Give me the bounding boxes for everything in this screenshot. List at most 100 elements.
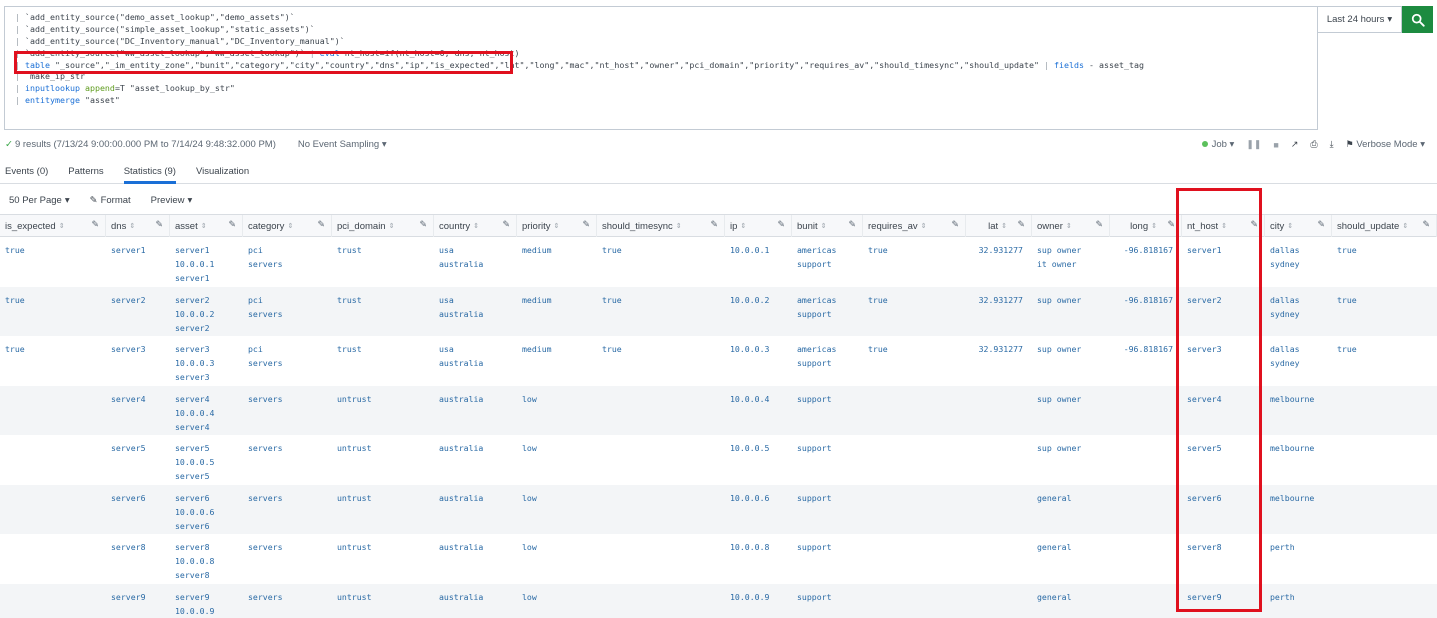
cell-country: australia (439, 393, 484, 404)
pencil-icon[interactable]: ✎ (710, 219, 718, 230)
cell-priority: low (522, 492, 537, 503)
sort-icon[interactable]: ⇕ (740, 222, 746, 230)
sort-icon[interactable]: ⇕ (1001, 222, 1007, 230)
format-button[interactable]: ✎ Format (90, 195, 131, 206)
column-header-ip[interactable]: ip ⇕ ✎ (725, 215, 792, 237)
column-header-pci-domain[interactable]: pci_domain ⇕ ✎ (332, 215, 434, 237)
pencil-icon[interactable]: ✎ (155, 219, 163, 230)
share-icon[interactable]: ↗ (1291, 139, 1299, 150)
column-header-label: long (1130, 220, 1149, 232)
sort-icon[interactable]: ⇕ (921, 222, 927, 230)
cell-owner: sup owner (1037, 294, 1082, 305)
chevron-down-icon: ▾ (64, 194, 70, 206)
cell-country: usa australia (439, 344, 484, 368)
sort-icon[interactable]: ⇕ (473, 222, 479, 230)
query-token: - asset_tag (1084, 59, 1144, 70)
pencil-icon[interactable]: ✎ (502, 219, 510, 230)
sort-icon[interactable]: ⇕ (287, 222, 293, 230)
column-header-dns[interactable]: dns ⇕ ✎ (106, 215, 170, 237)
tab-statistics[interactable]: Statistics (9) (123, 160, 176, 184)
preview-dropdown[interactable]: Preview ▾ (151, 195, 193, 206)
cell-lat: 32.931277 (978, 245, 1023, 255)
sort-icon[interactable]: ⇕ (676, 222, 682, 230)
column-header-is-expected[interactable]: is_expected ⇕ ✎ (0, 215, 106, 237)
query-token: entitymerge (25, 95, 80, 106)
column-header-bunit[interactable]: bunit ⇕ ✎ (792, 215, 863, 237)
cell-is-expected: true (5, 294, 25, 305)
cell-requires-av: true (868, 294, 888, 305)
sort-icon[interactable]: ⇕ (1151, 222, 1157, 230)
cell-bunit: support (797, 542, 832, 552)
cell-category: servers (248, 393, 283, 404)
cell-ip: 10.0.0.9 (730, 591, 770, 602)
cell-pci-domain: untrust (337, 542, 372, 552)
column-header-priority[interactable]: priority ⇕ ✎ (517, 215, 597, 237)
cell-country: usa australia (439, 245, 484, 269)
cell-bunit: support (797, 591, 832, 602)
per-page-dropdown[interactable]: 50 Per Page ▾ (9, 195, 70, 206)
time-range-picker[interactable]: Last 24 hours ▾ (1318, 6, 1402, 33)
query-line: | entitymerge "asset" (15, 95, 1317, 107)
cell-pci-domain: untrust (337, 443, 372, 453)
pencil-icon[interactable]: ✎ (228, 219, 236, 230)
pencil-icon[interactable]: ✎ (951, 219, 959, 230)
sort-icon[interactable]: ⇕ (1066, 222, 1072, 230)
column-header-long[interactable]: long ⇕ ✎ (1110, 215, 1182, 237)
pencil-icon[interactable]: ✎ (582, 219, 590, 230)
tab-events[interactable]: Events (0) (5, 160, 48, 184)
column-header-category[interactable]: category ⇕ ✎ (243, 215, 332, 237)
column-header-city[interactable]: city ⇕ ✎ (1265, 215, 1332, 237)
sort-icon[interactable]: ⇕ (1402, 222, 1408, 230)
cell-city: dallas sydney (1270, 344, 1300, 368)
cell-dns: server1 (111, 245, 146, 255)
results-tabs: Events (0) Patterns Statistics (9) Visua… (0, 160, 1437, 184)
column-header-asset[interactable]: asset ⇕ ✎ (170, 215, 243, 237)
sort-icon[interactable]: ⇕ (201, 222, 207, 230)
query-token: append (84, 83, 115, 94)
cell-long: -96.818167 (1123, 245, 1173, 255)
tab-visualization[interactable]: Visualization (196, 160, 249, 184)
pencil-icon[interactable]: ✎ (1317, 219, 1325, 230)
sort-icon[interactable]: ⇕ (389, 222, 395, 230)
pencil-icon[interactable]: ✎ (848, 219, 856, 230)
stop-icon[interactable]: ■ (1273, 140, 1278, 150)
export-icon[interactable]: ⤓ (1330, 139, 1334, 150)
query-token: "asset" (79, 95, 120, 106)
pencil-icon[interactable]: ✎ (419, 219, 427, 230)
pencil-icon[interactable]: ✎ (317, 219, 325, 230)
column-header-lat[interactable]: lat ⇕ ✎ (966, 215, 1032, 237)
print-icon[interactable]: ⎙ (1310, 139, 1317, 150)
sort-icon[interactable]: ⇕ (554, 222, 560, 230)
sort-icon[interactable]: ⇕ (821, 222, 827, 230)
search-mode-dropdown[interactable]: ⚑ Verbose Mode ▾ (1346, 139, 1425, 150)
pencil-icon[interactable]: ✎ (1017, 219, 1025, 230)
query-pipe: | (15, 23, 25, 34)
cell-asset: server5 10.0.0.5 server5 (175, 443, 215, 481)
sort-icon[interactable]: ⇕ (1287, 222, 1293, 230)
column-header-should-timesync[interactable]: should_timesync ⇕ ✎ (597, 215, 725, 237)
pencil-icon[interactable]: ✎ (1095, 219, 1103, 230)
pencil-icon[interactable]: ✎ (91, 219, 99, 230)
cell-should-timesync: true (602, 245, 622, 255)
cell-city: melbourne (1270, 443, 1315, 453)
query-pipe: | (15, 83, 25, 94)
pencil-icon[interactable]: ✎ (777, 219, 785, 230)
query-token: `add_entity_source("DC_Inventory_manual"… (25, 35, 345, 46)
cell-bunit: support (797, 492, 832, 503)
column-header-requires-av[interactable]: requires_av ⇕ ✎ (863, 215, 966, 237)
sort-icon[interactable]: ⇕ (59, 222, 65, 230)
tab-patterns[interactable]: Patterns (68, 160, 103, 184)
search-button[interactable] (1402, 6, 1433, 33)
column-header-label: category (248, 220, 285, 232)
column-header-label: lat (988, 220, 999, 232)
cell-is-expected: true (5, 344, 25, 354)
pencil-icon[interactable]: ✎ (1167, 219, 1175, 230)
column-header-should-update[interactable]: should_update ⇕ ✎ (1332, 215, 1437, 237)
column-header-country[interactable]: country ⇕ ✎ (434, 215, 517, 237)
event-sampling-dropdown[interactable]: No Event Sampling ▾ (298, 139, 387, 150)
pencil-icon[interactable]: ✎ (1422, 219, 1430, 230)
column-header-owner[interactable]: owner ⇕ ✎ (1032, 215, 1110, 237)
sort-icon[interactable]: ⇕ (129, 222, 135, 230)
pause-icon[interactable]: ❚❚ (1246, 139, 1261, 150)
job-menu[interactable]: Job ▾ (1201, 139, 1234, 150)
